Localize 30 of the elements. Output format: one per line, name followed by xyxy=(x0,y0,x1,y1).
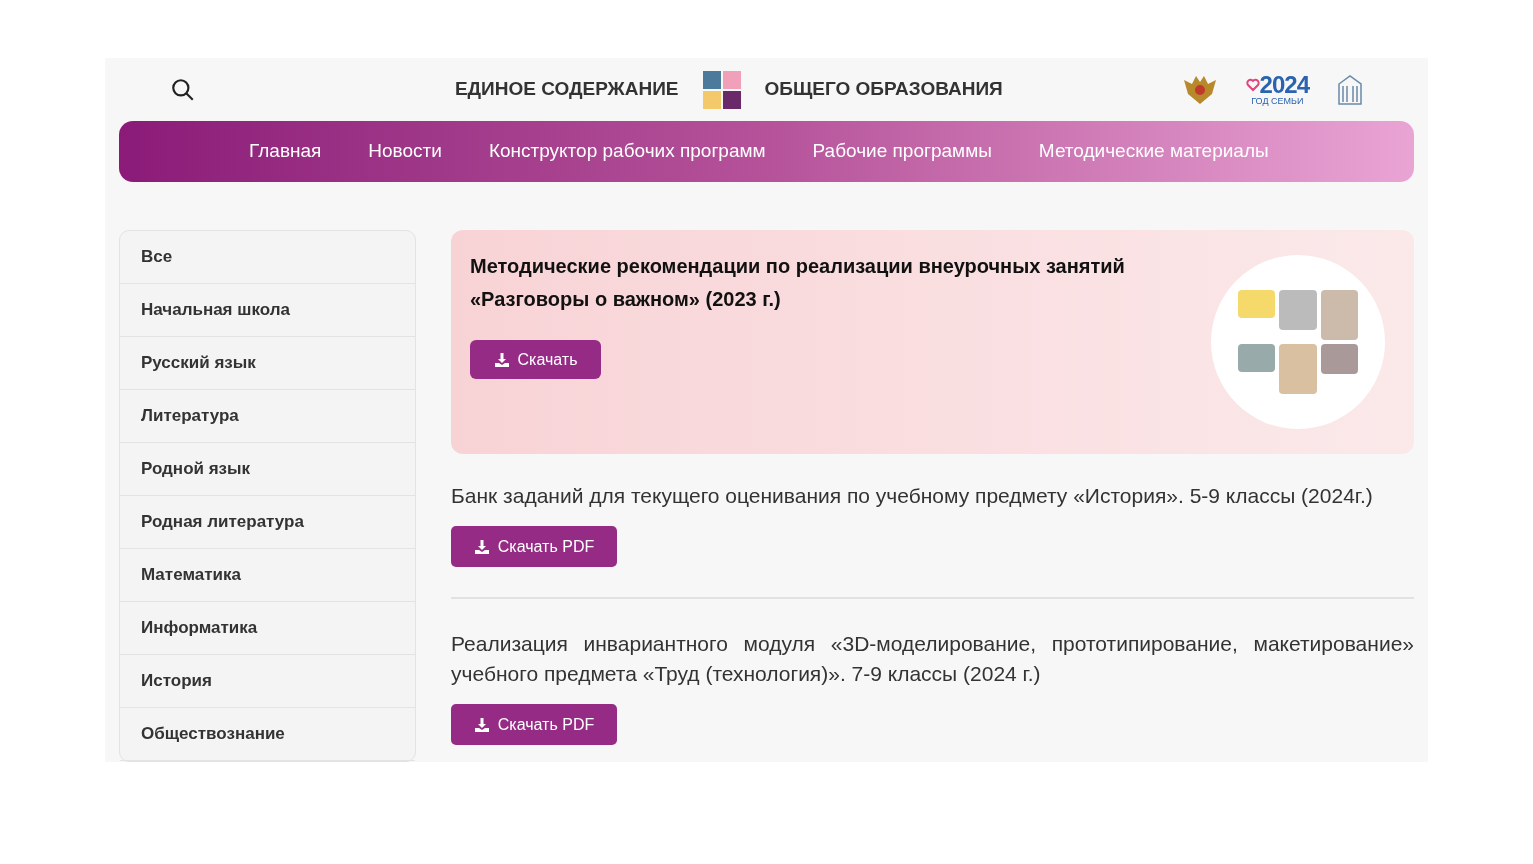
heart-icon xyxy=(1245,78,1260,93)
sidebar-item[interactable]: Русский язык xyxy=(120,337,415,390)
download-pdf-button[interactable]: Скачать PDF xyxy=(451,526,617,567)
card-title: Методические рекомендации по реализации внеурочных занятий «Разговоры о важном» (2023 г.) xyxy=(470,254,1126,312)
nav-link[interactable]: Конструктор рабочих программ xyxy=(488,137,766,166)
download-icon xyxy=(473,716,490,733)
site-title: ЕДИНОЕ СОДЕРЖАНИЕ xyxy=(454,77,679,102)
sidebar-item[interactable]: Информатика xyxy=(120,602,415,655)
logo-icon xyxy=(702,70,741,109)
site-title: ОБЩЕГО ОБРАЗОВАНИЯ xyxy=(764,77,1003,102)
sidebar-item[interactable]: Родной язык xyxy=(120,443,415,496)
search-icon[interactable] xyxy=(170,76,196,103)
download-pdf-button[interactable]: Скачать PDF xyxy=(451,704,617,745)
download-button[interactable]: Скачать xyxy=(470,340,601,379)
sidebar-item[interactable]: Обществознание xyxy=(120,708,415,761)
material-title: Банк заданий для текущего оценивания по учебному предмету «История». 5-9 классы (2024г.) xyxy=(451,483,1374,509)
sidebar-item[interactable]: Литература xyxy=(120,390,415,443)
building-icon xyxy=(1337,73,1363,106)
sidebar-item[interactable]: История xyxy=(120,655,415,708)
nav-link[interactable]: Рабочие программы xyxy=(812,137,992,166)
sidebar-item[interactable]: Начальная школа xyxy=(120,284,415,337)
download-icon xyxy=(493,351,510,368)
nav-link[interactable]: Новости xyxy=(368,137,442,166)
sidebar-item[interactable]: Родная литература xyxy=(120,496,415,549)
material-title: Реализация инвариантного модуля «3D-моделирование, прототипирование, макетирование» учебного предмета «Труд (технология)». 7-9 классы (2024 г.) xyxy=(451,631,1414,687)
download-icon xyxy=(473,538,490,555)
year-logo: 2024 ГОД СЕМЬИ xyxy=(1245,73,1309,107)
nav-link[interactable]: Главная xyxy=(249,137,322,166)
sidebar-item[interactable]: Математика xyxy=(120,549,415,602)
sidebar-item[interactable]: Все xyxy=(120,231,415,284)
